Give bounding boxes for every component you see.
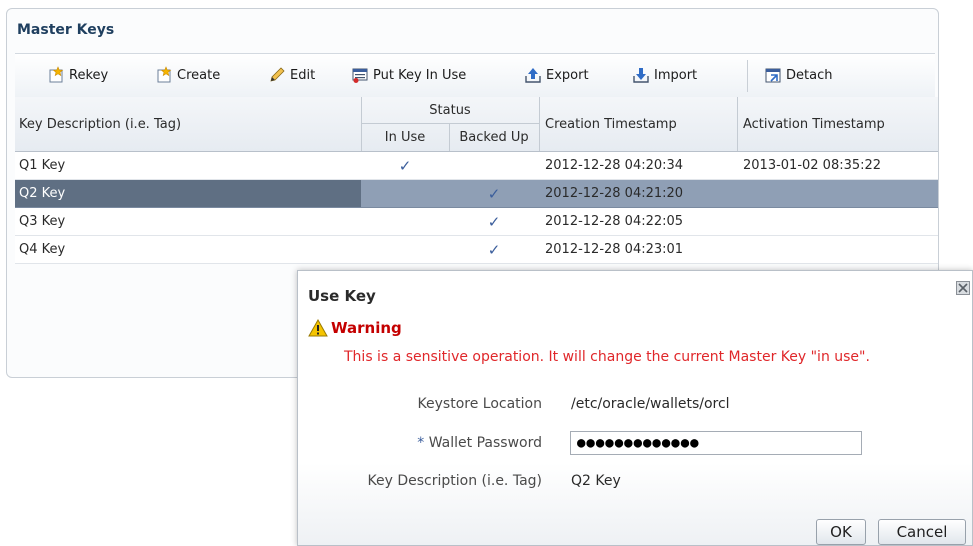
export-label: Export <box>546 67 589 83</box>
col-header-status: Status <box>361 97 539 124</box>
edit-label: Edit <box>290 67 316 83</box>
check-icon: ✓ <box>398 156 412 175</box>
check-icon <box>361 208 449 235</box>
col-header-backed-up[interactable]: Backed Up <box>449 124 539 151</box>
pencil-icon <box>270 67 285 82</box>
cell-creation: 2012-12-28 04:21:20 <box>545 186 684 201</box>
dialog-title: Use Key <box>308 287 376 305</box>
cell-activation <box>737 208 938 235</box>
warning-header: Warning <box>308 319 402 337</box>
panel-title: Master Keys <box>17 22 115 38</box>
col-header-activation[interactable]: Activation Timestamp <box>743 97 885 151</box>
check-icon: ✓ <box>487 240 501 259</box>
cell-description: Q1 Key <box>19 158 66 173</box>
cell-activation <box>737 180 938 207</box>
detach-button[interactable]: Detach <box>764 65 832 85</box>
import-label: Import <box>654 67 698 83</box>
key-description-label: Key Description (i.e. Tag) <box>367 473 543 489</box>
table-header: Key Description (i.e. Tag) Status In Use… <box>15 97 938 152</box>
import-icon <box>633 68 649 83</box>
check-icon <box>361 236 449 263</box>
col-header-description[interactable]: Key Description (i.e. Tag) <box>19 97 181 151</box>
cell-activation: 2013-01-02 08:35:22 <box>743 158 882 173</box>
cell-description: Q3 Key <box>19 214 66 229</box>
keystore-location-label: Keystore Location <box>417 396 542 412</box>
create-button[interactable]: Create <box>155 65 220 85</box>
export-button[interactable]: Export <box>524 65 589 85</box>
detach-icon <box>765 68 781 83</box>
table-row[interactable]: Q4 Key ✓ 2012-12-28 04:23:01 <box>15 236 938 264</box>
col-divider <box>361 97 362 151</box>
cell-creation: 2012-12-28 04:20:34 <box>545 158 684 173</box>
col-divider <box>539 97 540 151</box>
import-button[interactable]: Import <box>632 65 697 85</box>
toolbar-separator <box>747 60 748 92</box>
put-key-in-use-icon <box>352 68 368 83</box>
col-header-creation[interactable]: Creation Timestamp <box>545 97 677 151</box>
key-description-value: Q2 Key <box>571 473 621 489</box>
cell-creation: 2012-12-28 04:22:05 <box>545 214 684 229</box>
put-key-in-use-button[interactable]: Put Key In Use <box>351 65 466 85</box>
ok-button[interactable]: OK <box>816 519 866 545</box>
keystore-location-value: /etc/oracle/wallets/orcl <box>571 396 730 412</box>
rekey-button[interactable]: Rekey <box>47 65 108 85</box>
col-divider <box>737 97 738 151</box>
cell-activation <box>737 236 938 263</box>
required-marker: * <box>417 435 425 451</box>
close-icon[interactable] <box>956 281 970 295</box>
create-icon <box>157 66 172 83</box>
detach-label: Detach <box>786 67 833 83</box>
edit-button[interactable]: Edit <box>268 65 315 85</box>
wallet-password-input[interactable]: ●●●●●●●●●●●●● <box>570 431 862 455</box>
table-row[interactable]: Q3 Key ✓ 2012-12-28 04:22:05 <box>15 208 938 236</box>
cell-description: Q2 Key <box>15 180 361 207</box>
warning-label: Warning <box>331 319 402 337</box>
wallet-password-text: Wallet Password <box>428 435 542 451</box>
table-row[interactable]: Q1 Key ✓ 2012-12-28 04:20:34 2013-01-02 … <box>15 152 938 180</box>
cell-creation: 2012-12-28 04:23:01 <box>545 242 684 257</box>
wallet-password-label: * Wallet Password <box>417 435 542 451</box>
export-icon <box>525 68 541 83</box>
rekey-label: Rekey <box>69 67 109 83</box>
check-icon <box>361 180 449 207</box>
toolbar: Rekey Create Edit Put Key In Use Export … <box>15 53 935 99</box>
col-header-in-use[interactable]: In Use <box>361 124 449 151</box>
rekey-icon <box>49 66 64 83</box>
table-row-selected[interactable]: Q2 Key ✓ 2012-12-28 04:21:20 <box>15 180 938 208</box>
check-icon: ✓ <box>487 212 501 231</box>
warning-message: This is a sensitive operation. It will c… <box>344 349 870 365</box>
use-key-dialog: Use Key Warning This is a sensitive oper… <box>297 270 973 546</box>
create-label: Create <box>177 67 221 83</box>
put-key-in-use-label: Put Key In Use <box>373 67 467 83</box>
col-divider <box>449 124 450 151</box>
cell-description: Q4 Key <box>19 242 66 257</box>
cancel-button[interactable]: Cancel <box>878 519 966 545</box>
check-icon <box>449 152 539 179</box>
check-icon: ✓ <box>487 184 501 203</box>
warning-icon <box>308 319 328 337</box>
